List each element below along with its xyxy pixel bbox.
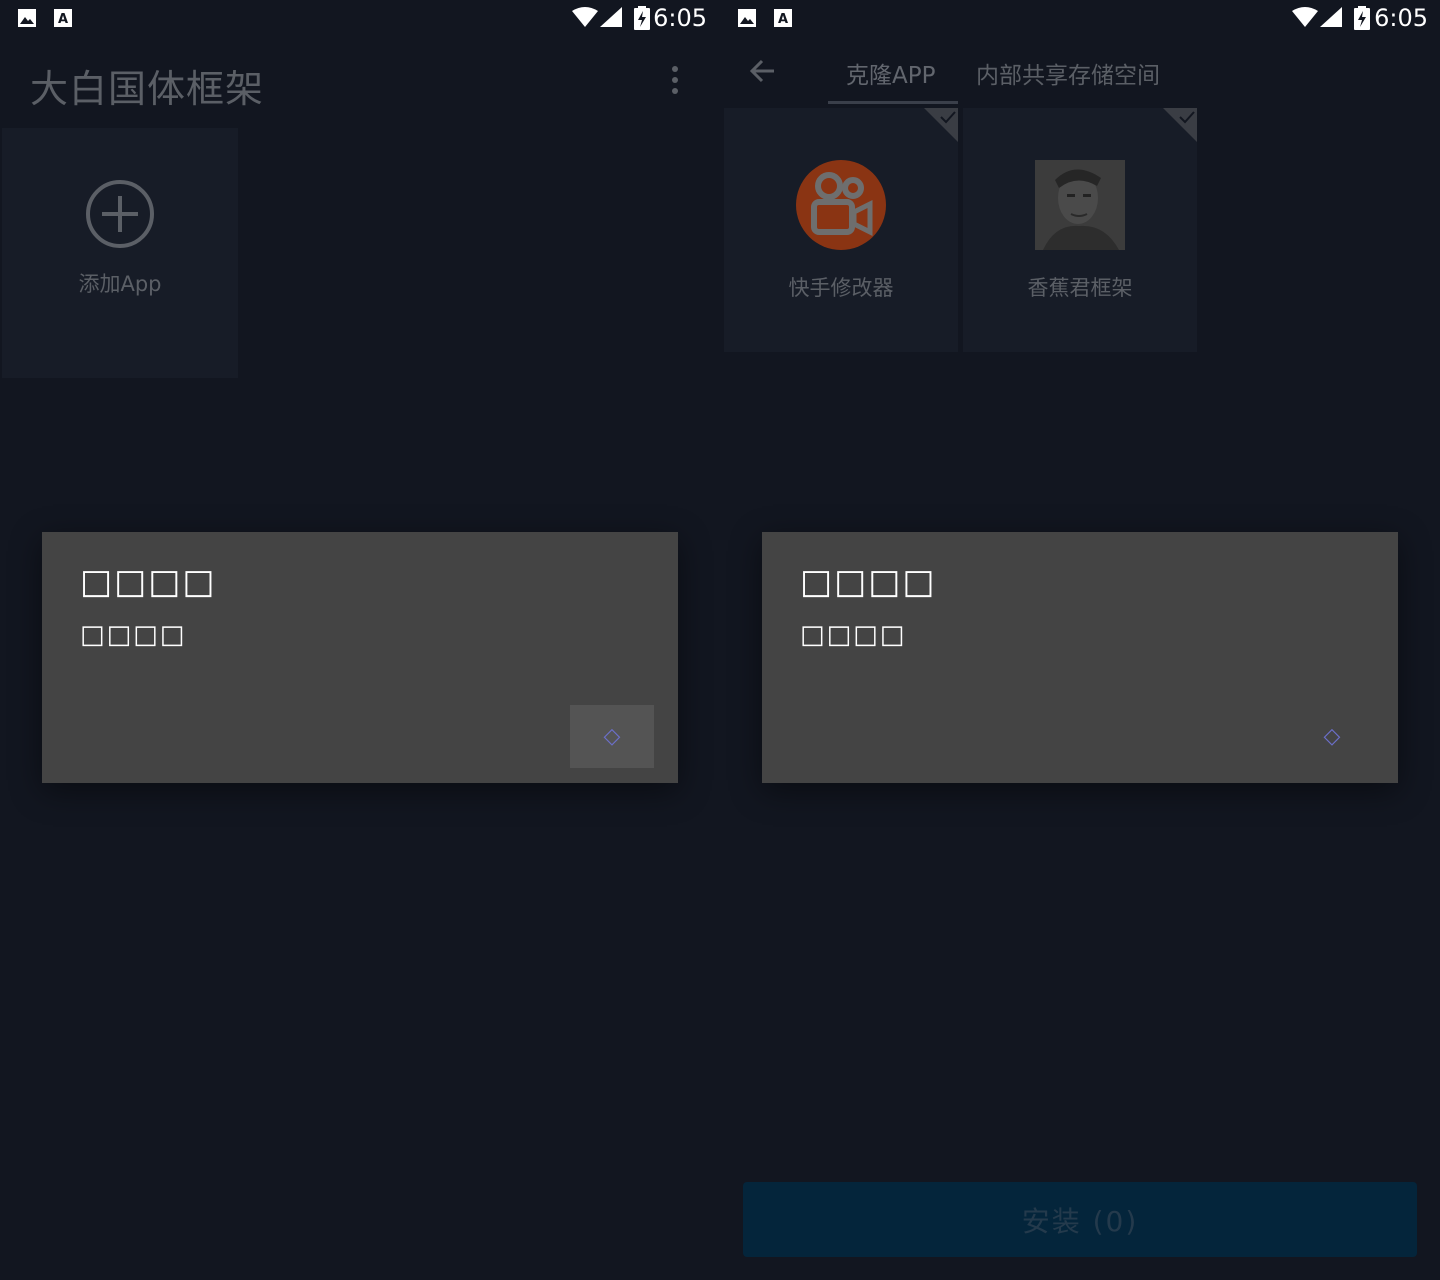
dialog-title: □□□□ (80, 562, 217, 602)
dialog-message: □□□□ (80, 620, 187, 650)
add-app-label: 添加App (78, 272, 162, 296)
app-title: 大白国体框架 (30, 67, 265, 111)
dialog-button[interactable]: ◇ (570, 705, 654, 768)
dialog-message: □□□□ (800, 620, 907, 650)
svg-text:A: A (58, 12, 68, 27)
check-corner-icon (924, 108, 958, 142)
clock: 6:05 (1374, 4, 1428, 32)
dialog: □□□□ □□□□ ◇ (42, 532, 678, 783)
app-tile-kuaishou[interactable]: 快手修改器 (724, 108, 958, 352)
kuaishou-camera-icon (796, 160, 886, 250)
dialog-button[interactable]: ◇ (1290, 705, 1374, 768)
svg-text:A: A (778, 12, 788, 27)
add-circle-icon (86, 180, 154, 248)
gallery-notification-icon (738, 9, 756, 27)
app-label: 香蕉君框架 (1027, 276, 1133, 300)
dialog-title: □□□□ (800, 562, 937, 602)
battery-charging-icon (1354, 6, 1370, 30)
tab-clone-app[interactable]: 克隆APP (846, 56, 935, 90)
status-bar: A 6:05 (0, 0, 720, 36)
install-button[interactable]: 安装 (0) (743, 1182, 1417, 1257)
tab-internal-storage[interactable]: 内部共享存储空间 (976, 56, 1160, 90)
signal-icon (600, 7, 622, 27)
check-corner-icon (1163, 108, 1197, 142)
a-notification-icon: A (774, 9, 792, 27)
app-tile-banana[interactable]: 香蕉君框架 (963, 108, 1197, 352)
right-screen: A 6:05 克隆APP 内部共享存储空间 快手修改器 香蕉君框架 □□□□ □… (720, 0, 1440, 1280)
status-bar: A 6:05 (720, 0, 1440, 36)
signal-icon (1320, 7, 1342, 27)
app-label: 快手修改器 (788, 276, 894, 300)
add-app-tile[interactable]: 添加App (2, 128, 238, 378)
gallery-notification-icon (18, 9, 36, 27)
overflow-menu-icon[interactable] (665, 62, 685, 102)
left-screen: A 6:05 大白国体框架 添加App □□□□ □□□□ ◇ (0, 0, 720, 1280)
wifi-icon (572, 7, 598, 27)
battery-charging-icon (634, 6, 650, 30)
a-notification-icon: A (54, 9, 72, 27)
dialog: □□□□ □□□□ ◇ (762, 532, 1398, 783)
wifi-icon (1292, 7, 1318, 27)
back-arrow-icon[interactable] (748, 56, 778, 86)
clock: 6:05 (653, 4, 707, 32)
portrait-photo-icon (1035, 160, 1125, 250)
tab-indicator (828, 101, 958, 104)
